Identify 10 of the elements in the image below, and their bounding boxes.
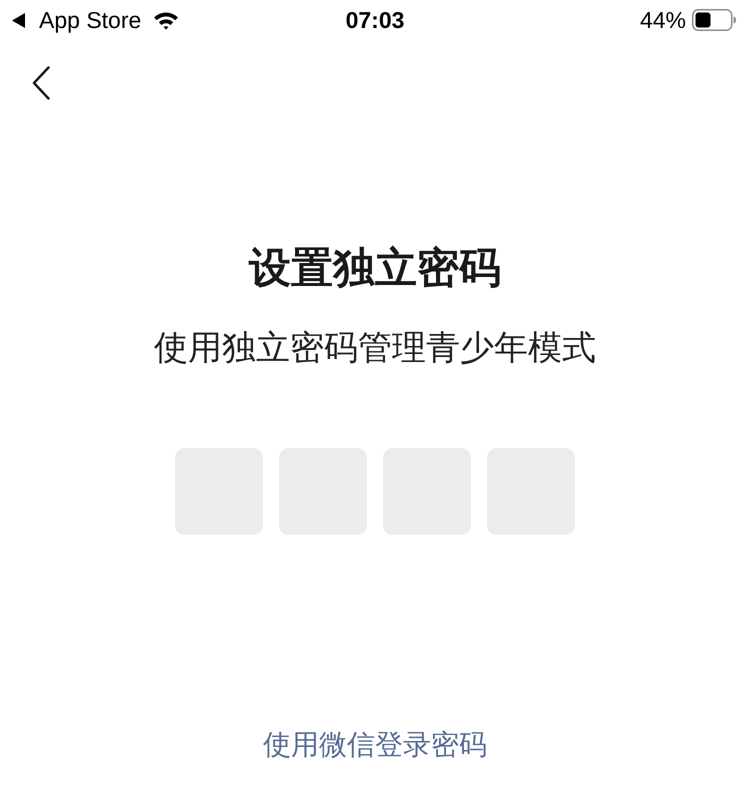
back-triangle-icon[interactable] (12, 12, 25, 28)
wifi-icon (153, 10, 180, 30)
page-title: 设置独立密码 (249, 243, 501, 293)
back-app-label[interactable]: App Store (39, 6, 142, 34)
wechat-password-link[interactable]: 使用微信登录密码 (263, 725, 487, 765)
battery-percentage: 44% (640, 6, 686, 34)
back-chevron-icon (32, 66, 50, 100)
status-time: 07:03 (346, 6, 404, 34)
page-subtitle: 使用独立密码管理青少年模式 (154, 328, 596, 369)
battery-icon (692, 9, 736, 31)
